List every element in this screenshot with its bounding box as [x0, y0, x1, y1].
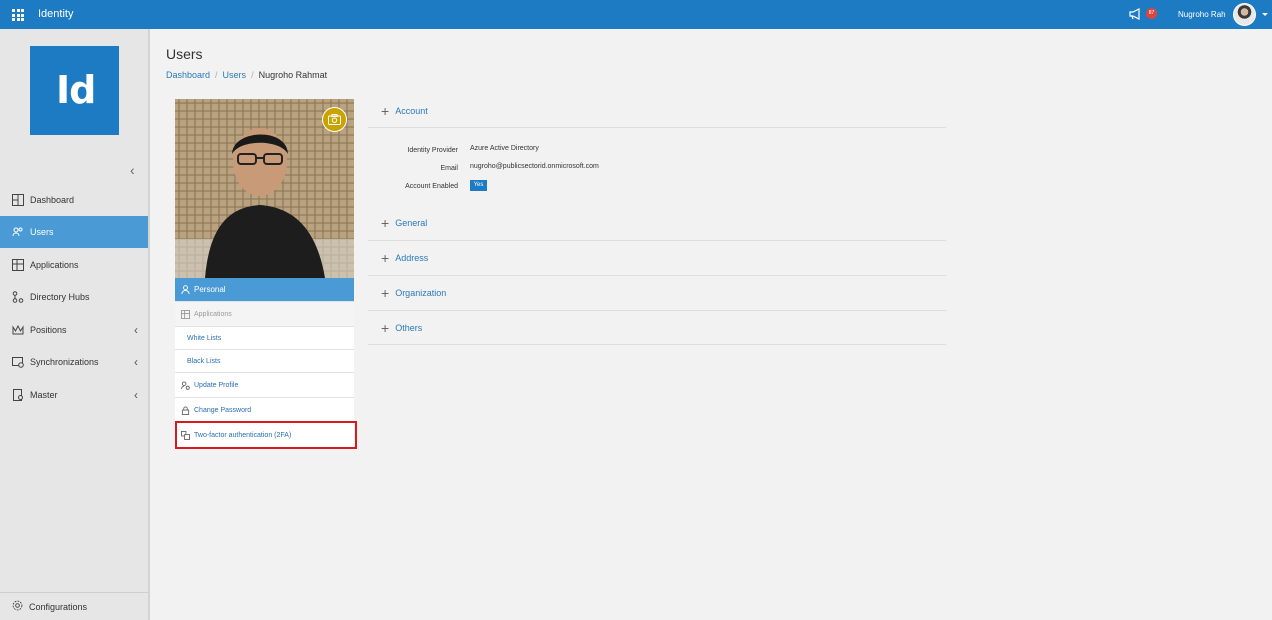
menu-white-lists[interactable]: White Lists: [175, 327, 354, 350]
email-label: Email: [440, 165, 458, 172]
breadcrumb-users[interactable]: Users: [223, 70, 247, 80]
sync-icon: [12, 356, 24, 368]
avatar[interactable]: [1233, 3, 1256, 26]
menu-label: White Lists: [187, 334, 222, 342]
user-icon: [181, 285, 190, 294]
lock-icon: [181, 405, 190, 415]
applications-icon: [181, 309, 190, 319]
menu-label: Change Password: [194, 406, 252, 414]
sidebar-item-applications[interactable]: Applications: [0, 249, 148, 281]
sidebar-item-directory-hubs[interactable]: Directory Hubs: [0, 281, 148, 313]
section-account: + Account: [368, 98, 946, 128]
menu-label: Personal: [194, 285, 226, 294]
identity-provider-label: Identity Provider: [407, 147, 458, 154]
sidebar-item-label: Synchronizations: [30, 357, 99, 367]
section-title: Others: [395, 323, 423, 333]
directory-hubs-icon: [12, 291, 24, 303]
sidebar-item-positions[interactable]: Positions ‹: [0, 314, 148, 346]
sidebar-item-label: Dashboard: [30, 195, 75, 205]
applications-icon: [12, 259, 24, 271]
menu-label: Update Profile: [194, 381, 239, 389]
section-general: + General: [368, 207, 946, 241]
plus-icon: +: [381, 320, 390, 336]
notification-badge: 87: [1146, 8, 1157, 19]
breadcrumb-separator: /: [215, 70, 218, 80]
page-title: Users: [166, 46, 203, 62]
section-organization-header[interactable]: + Organization: [381, 285, 446, 301]
user-menu-caret-icon[interactable]: [1262, 13, 1268, 16]
megaphone-icon[interactable]: [1128, 8, 1144, 20]
expand-chevron-icon[interactable]: ‹: [134, 388, 138, 402]
menu-personal[interactable]: Personal: [175, 278, 354, 302]
section-title: Organization: [395, 288, 447, 298]
sidebar-item-label: Positions: [30, 325, 67, 335]
section-general-header[interactable]: + General: [381, 215, 427, 231]
sidebar-item-label: Directory Hubs: [30, 292, 90, 302]
section-account-header[interactable]: + Account: [381, 103, 428, 119]
users-icon: [12, 226, 24, 238]
camera-icon[interactable]: [322, 107, 347, 132]
top-bar: Identity 87 Nugroho Rah: [0, 0, 1272, 29]
section-address: + Address: [368, 241, 946, 276]
account-enabled-badge: Yes: [470, 180, 487, 191]
sidebar-item-label: Configurations: [29, 601, 88, 612]
sidebar-item-master[interactable]: Master ‹: [0, 379, 148, 411]
gear-icon: [12, 600, 23, 613]
section-others: + Others: [368, 311, 946, 345]
app-logo: Id: [30, 46, 119, 135]
plus-icon: +: [381, 215, 390, 231]
sidebar-item-dashboard[interactable]: Dashboard: [0, 184, 148, 216]
sidebar-item-synchronizations[interactable]: Synchronizations ‹: [0, 346, 148, 378]
app-launcher-icon[interactable]: [12, 9, 24, 21]
menu-label: Applications: [194, 310, 232, 318]
section-address-header[interactable]: + Address: [381, 250, 428, 266]
dashboard-icon: [12, 194, 24, 206]
sidebar-item-label: Applications: [30, 260, 79, 270]
menu-label: Black Lists: [187, 357, 221, 365]
user-name[interactable]: Nugroho Rah: [1178, 10, 1226, 19]
highlight-box: [175, 421, 357, 449]
sidebar-item-configurations[interactable]: Configurations: [0, 592, 148, 620]
section-title: Address: [395, 253, 429, 263]
master-icon: [12, 389, 24, 401]
sidebar-item-users[interactable]: Users: [0, 216, 148, 248]
section-title: General: [395, 218, 428, 228]
menu-black-lists[interactable]: Black Lists: [175, 350, 354, 373]
app-name[interactable]: Identity: [38, 8, 73, 20]
plus-icon: +: [381, 103, 390, 119]
breadcrumb-separator: /: [251, 70, 254, 80]
menu-update-profile[interactable]: Update Profile: [175, 373, 354, 398]
section-title: Account: [395, 106, 428, 116]
account-enabled-label: Account Enabled: [405, 183, 458, 190]
breadcrumb: Dashboard / Users / Nugroho Rahmat: [166, 70, 327, 80]
plus-icon: +: [381, 285, 390, 301]
menu-applications[interactable]: Applications: [175, 302, 354, 327]
sidebar-item-label: Users: [30, 227, 54, 237]
section-organization: + Organization: [368, 276, 946, 311]
expand-chevron-icon[interactable]: ‹: [134, 323, 138, 337]
breadcrumb-dashboard[interactable]: Dashboard: [166, 70, 210, 80]
logo-text: Id: [56, 68, 96, 112]
section-others-header[interactable]: + Others: [381, 320, 422, 336]
sidebar: Id ‹ Dashboard Users Applications Direct…: [0, 29, 150, 620]
collapse-sidebar-icon[interactable]: ‹: [130, 162, 135, 178]
expand-chevron-icon[interactable]: ‹: [134, 355, 138, 369]
breadcrumb-current: Nugroho Rahmat: [258, 70, 328, 80]
email-value: nugroho@publicsectorid.onmicrosoft.com: [470, 163, 599, 170]
sidebar-item-label: Master: [30, 390, 58, 400]
plus-icon: +: [381, 250, 390, 266]
user-edit-icon: [181, 380, 190, 390]
positions-icon: [12, 324, 24, 336]
menu-change-password[interactable]: Change Password: [175, 398, 354, 423]
identity-provider-value: Azure Active Directory: [470, 145, 539, 152]
